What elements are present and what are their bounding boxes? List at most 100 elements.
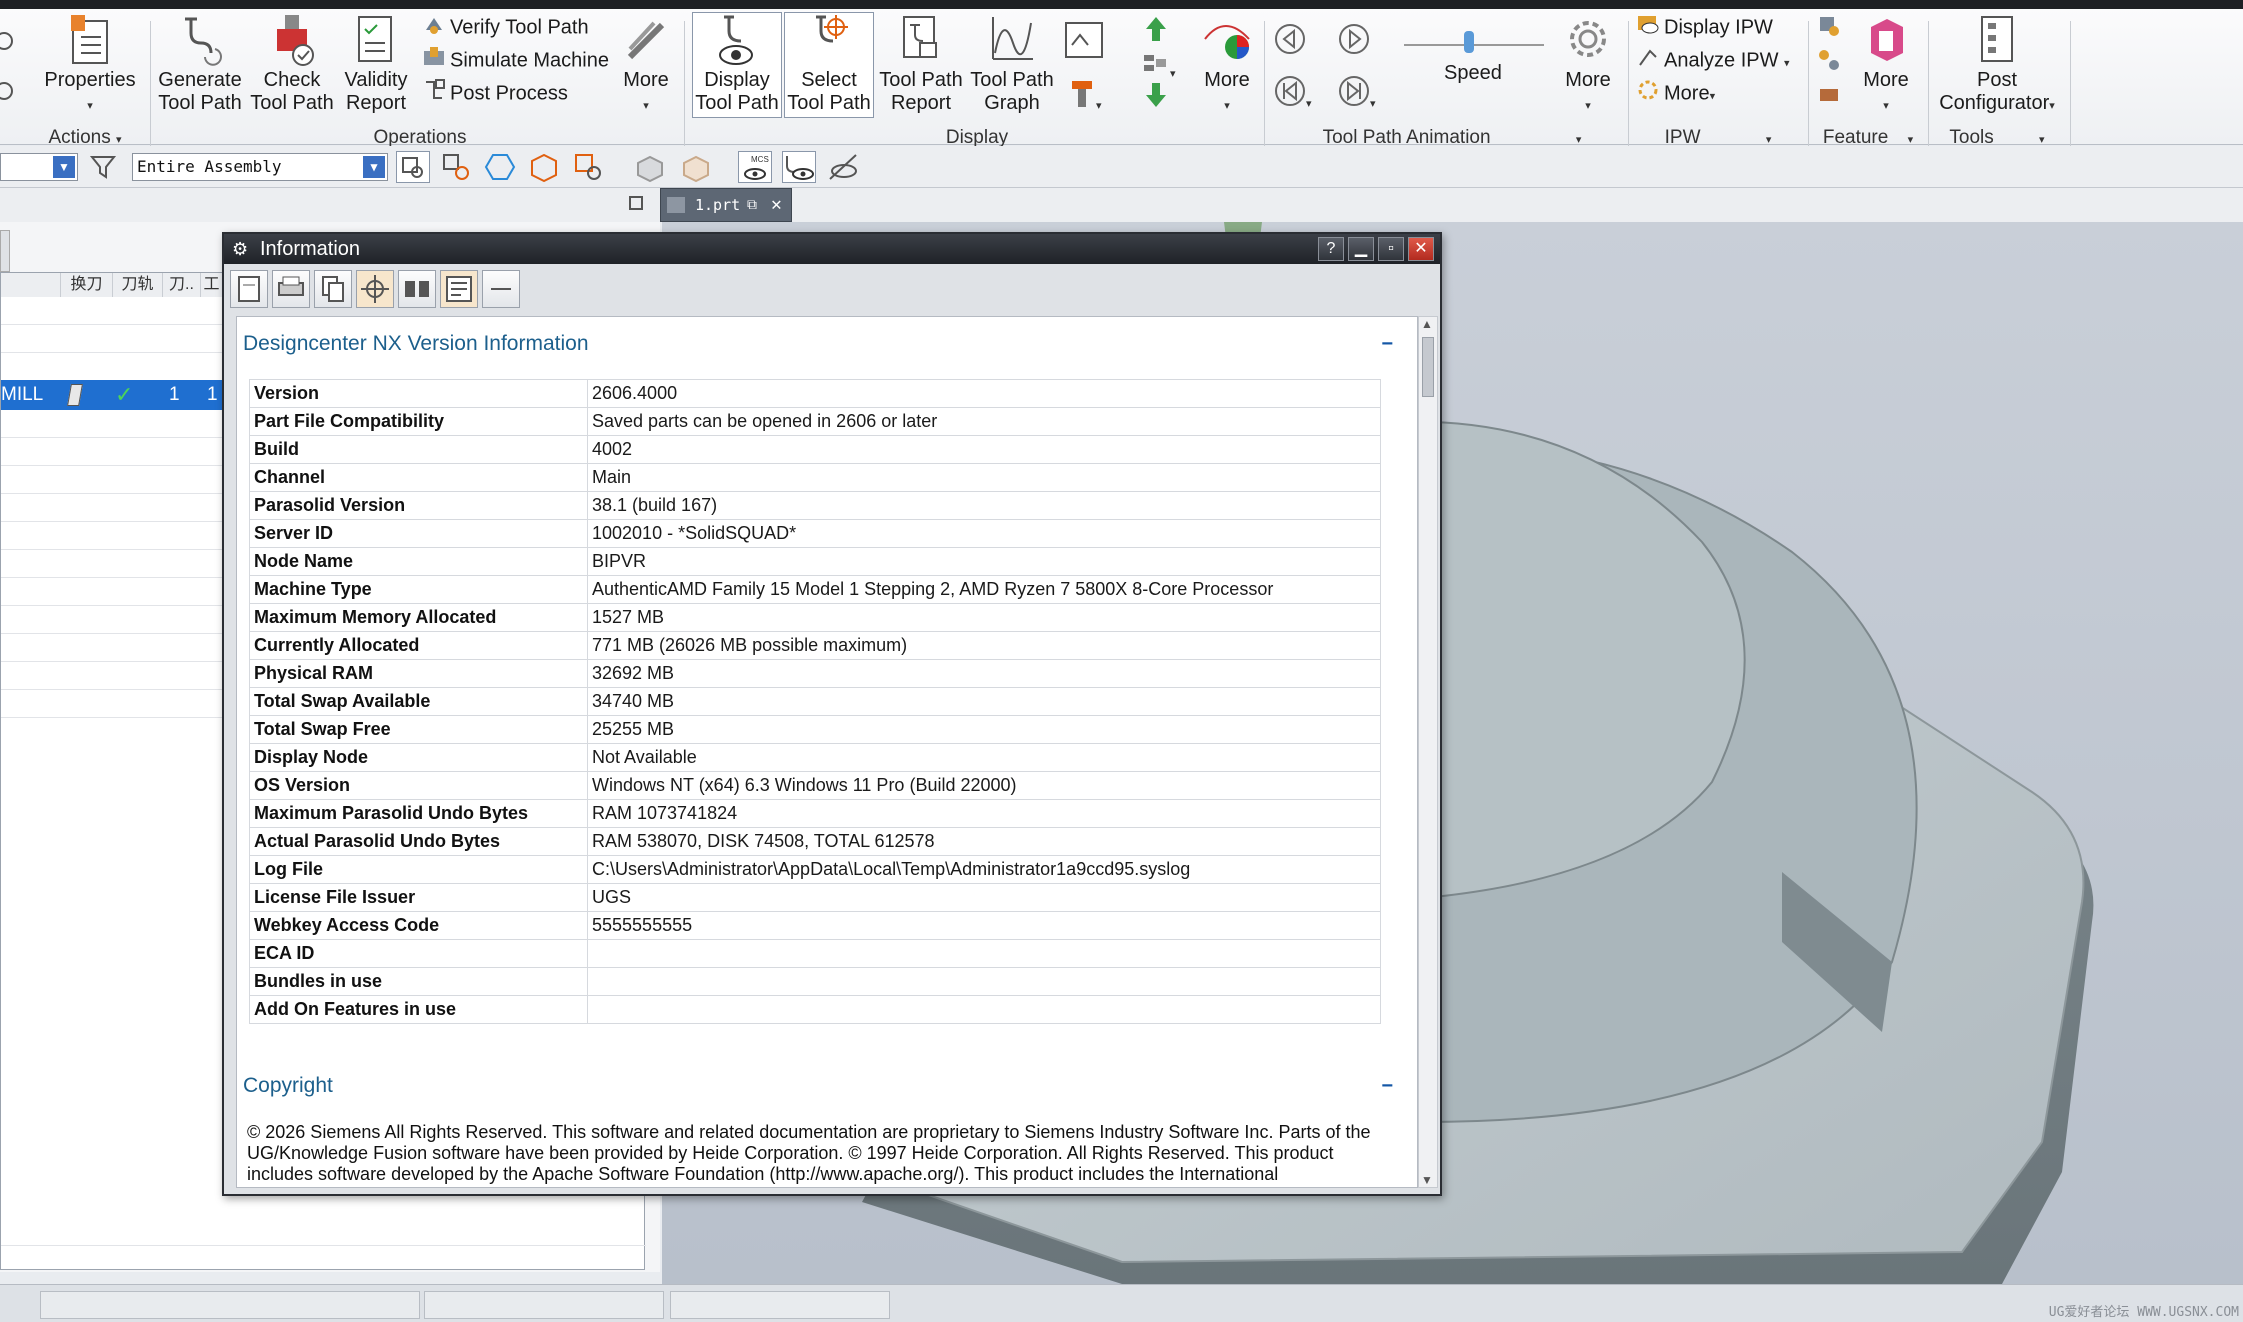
column-header-name[interactable] (1, 273, 61, 297)
feature-icon-2[interactable] (1816, 47, 1842, 75)
display-more-button[interactable]: More ▾ (1196, 13, 1258, 118)
vertical-scrollbar[interactable]: ▲ ▼ (1418, 316, 1438, 1188)
collapse-section-icon[interactable]: − (1381, 1063, 1393, 1109)
validity-report-button[interactable]: Validity Report (338, 13, 414, 115)
tool-path-report-button[interactable]: Tool Path Report (878, 13, 964, 115)
snap-select-icon[interactable] (396, 151, 430, 183)
more-icon (627, 21, 665, 60)
info-row: Machine Type AuthenticAMD Family 15 Model… (249, 575, 1381, 604)
selection-toolbar: ▼ Entire Assembly ▼ MCS (0, 146, 2243, 188)
partial-icon-left-1[interactable] (0, 29, 16, 57)
box-orange-icon[interactable] (680, 151, 714, 183)
section-header-copyright[interactable]: Copyright − (243, 1063, 1393, 1109)
group-separator (684, 21, 685, 149)
print-icon[interactable] (272, 270, 310, 308)
panel-collapse-handle[interactable] (0, 230, 10, 272)
table-row-selected[interactable]: MILL ✓ 1 1 (1, 380, 223, 410)
box-gray-icon[interactable] (634, 151, 668, 183)
info-value (587, 939, 1381, 968)
select-tool-path-button[interactable]: Select Tool Path (784, 12, 874, 118)
save-icon[interactable] (230, 270, 268, 308)
post-configurator-icon (1981, 16, 2013, 62)
maximize-navigator-icon[interactable] (629, 196, 643, 210)
tab-1-prt[interactable]: 1.prt ⧉ ✕ (660, 188, 792, 222)
column-header-more[interactable]: 工 (201, 273, 223, 297)
partial-icon-left-2[interactable] (0, 79, 16, 107)
feature-icon-1[interactable] (1816, 13, 1842, 41)
tool-path-graph-button[interactable]: Tool Path Graph (968, 13, 1056, 115)
select-feature-icon[interactable] (440, 151, 474, 183)
verify-tool-path-button[interactable]: Verify Tool Path (422, 12, 589, 40)
word-wrap-icon[interactable] (440, 270, 478, 308)
status-field-3 (670, 1291, 890, 1319)
arrow-down-icon[interactable] (1144, 81, 1168, 109)
operations-more-button[interactable]: More ▾ (618, 13, 674, 118)
collapse-all-icon[interactable] (482, 270, 520, 308)
tool-icon[interactable]: ▾ (1070, 79, 1102, 112)
info-value: 1527 MB (587, 603, 1381, 632)
simulate-machine-button[interactable]: Simulate Machine (422, 45, 609, 73)
group-separator (1928, 21, 1929, 149)
copy-icon[interactable] (314, 270, 352, 308)
table-row[interactable] (1, 1218, 646, 1246)
collapse-section-icon[interactable]: − (1381, 321, 1393, 367)
info-key: Maximum Parasolid Undo Bytes (249, 799, 588, 828)
post-process-button[interactable]: Post Process (422, 78, 568, 106)
close-tab-icon[interactable]: ✕ (771, 189, 782, 221)
check-tool-path-button[interactable]: Check Tool Path (248, 13, 336, 115)
play-button[interactable] (1338, 23, 1370, 54)
speed-slider[interactable] (1402, 25, 1546, 53)
section-title: Designcenter NX Version Information (243, 332, 589, 355)
ipw-more-button[interactable]: More▾ (1636, 78, 1715, 106)
scroll-down-icon[interactable]: ▼ (1421, 1173, 1433, 1187)
feature-more-button[interactable]: More ▾ (1856, 13, 1916, 118)
step-back-button[interactable] (1274, 23, 1306, 54)
info-row: ECA ID (249, 939, 1381, 968)
display-options-icon[interactable] (1064, 19, 1106, 58)
analyze-ipw-button[interactable]: Analyze IPW ▾ (1636, 45, 1790, 73)
info-key: Log File (249, 855, 588, 884)
rewind-button[interactable]: ▾ (1274, 75, 1312, 110)
feature-icon-3[interactable] (1816, 81, 1842, 109)
scroll-thumb[interactable] (1422, 337, 1434, 397)
properties-button[interactable]: Properties ▾ (40, 13, 140, 118)
info-key: Channel (249, 463, 588, 492)
info-row: License File Issuer UGS (249, 883, 1381, 912)
animation-more-button[interactable]: More ▾ (1558, 13, 1618, 118)
select-tool-path-icon (816, 15, 848, 43)
mcs-display-icon[interactable]: MCS (738, 151, 772, 183)
find-binoculars-icon[interactable] (398, 270, 436, 308)
info-row: Channel Main (249, 463, 1381, 492)
fast-forward-button[interactable]: ▾ (1338, 75, 1376, 110)
type-filter-dropdown[interactable]: ▼ (0, 153, 78, 181)
arrow-up-icon[interactable] (1144, 15, 1168, 43)
toolpath-display-icon[interactable] (782, 151, 816, 183)
minimize-button[interactable]: ▁ (1348, 237, 1374, 261)
list-options-icon[interactable]: ▾ (1142, 49, 1176, 80)
hide-toolpath-icon[interactable] (826, 151, 860, 183)
chevron-down-icon: ▾ (87, 100, 93, 112)
column-header-path[interactable]: 刀轨 (113, 273, 163, 297)
crosshair-icon[interactable] (356, 270, 394, 308)
hexagon-icon[interactable] (484, 151, 518, 183)
section-header-version[interactable]: Designcenter NX Version Information − (243, 321, 1393, 367)
solid-select-icon[interactable] (528, 151, 562, 183)
popout-icon[interactable]: ⧉ (747, 189, 757, 221)
scroll-up-icon[interactable]: ▲ (1421, 317, 1433, 331)
help-button[interactable]: ? (1318, 237, 1344, 261)
dialog-title-bar[interactable]: ⚙ Information ? ▁ ▫ ✕ (224, 234, 1440, 264)
tab-label: 1.prt (695, 196, 741, 214)
info-value: RAM 1073741824 (587, 799, 1381, 828)
column-header-tool-change[interactable]: 换刀 (61, 273, 113, 297)
point-select-icon[interactable] (572, 151, 606, 183)
maximize-button[interactable]: ▫ (1378, 237, 1404, 261)
generate-tool-path-button[interactable]: Generate Tool Path (157, 13, 243, 115)
filter-icon[interactable] (88, 151, 122, 183)
post-configurator-button[interactable]: Post Configurator▾ (1930, 13, 2064, 118)
scope-dropdown[interactable]: Entire Assembly ▼ (132, 153, 388, 181)
display-ipw-button[interactable]: Display IPW (1636, 12, 1773, 40)
svg-text:MCS: MCS (751, 155, 769, 164)
column-header-tool[interactable]: 刀.. (163, 273, 201, 297)
close-button[interactable]: ✕ (1408, 237, 1434, 261)
display-tool-path-button[interactable]: Display Tool Path (692, 12, 782, 118)
